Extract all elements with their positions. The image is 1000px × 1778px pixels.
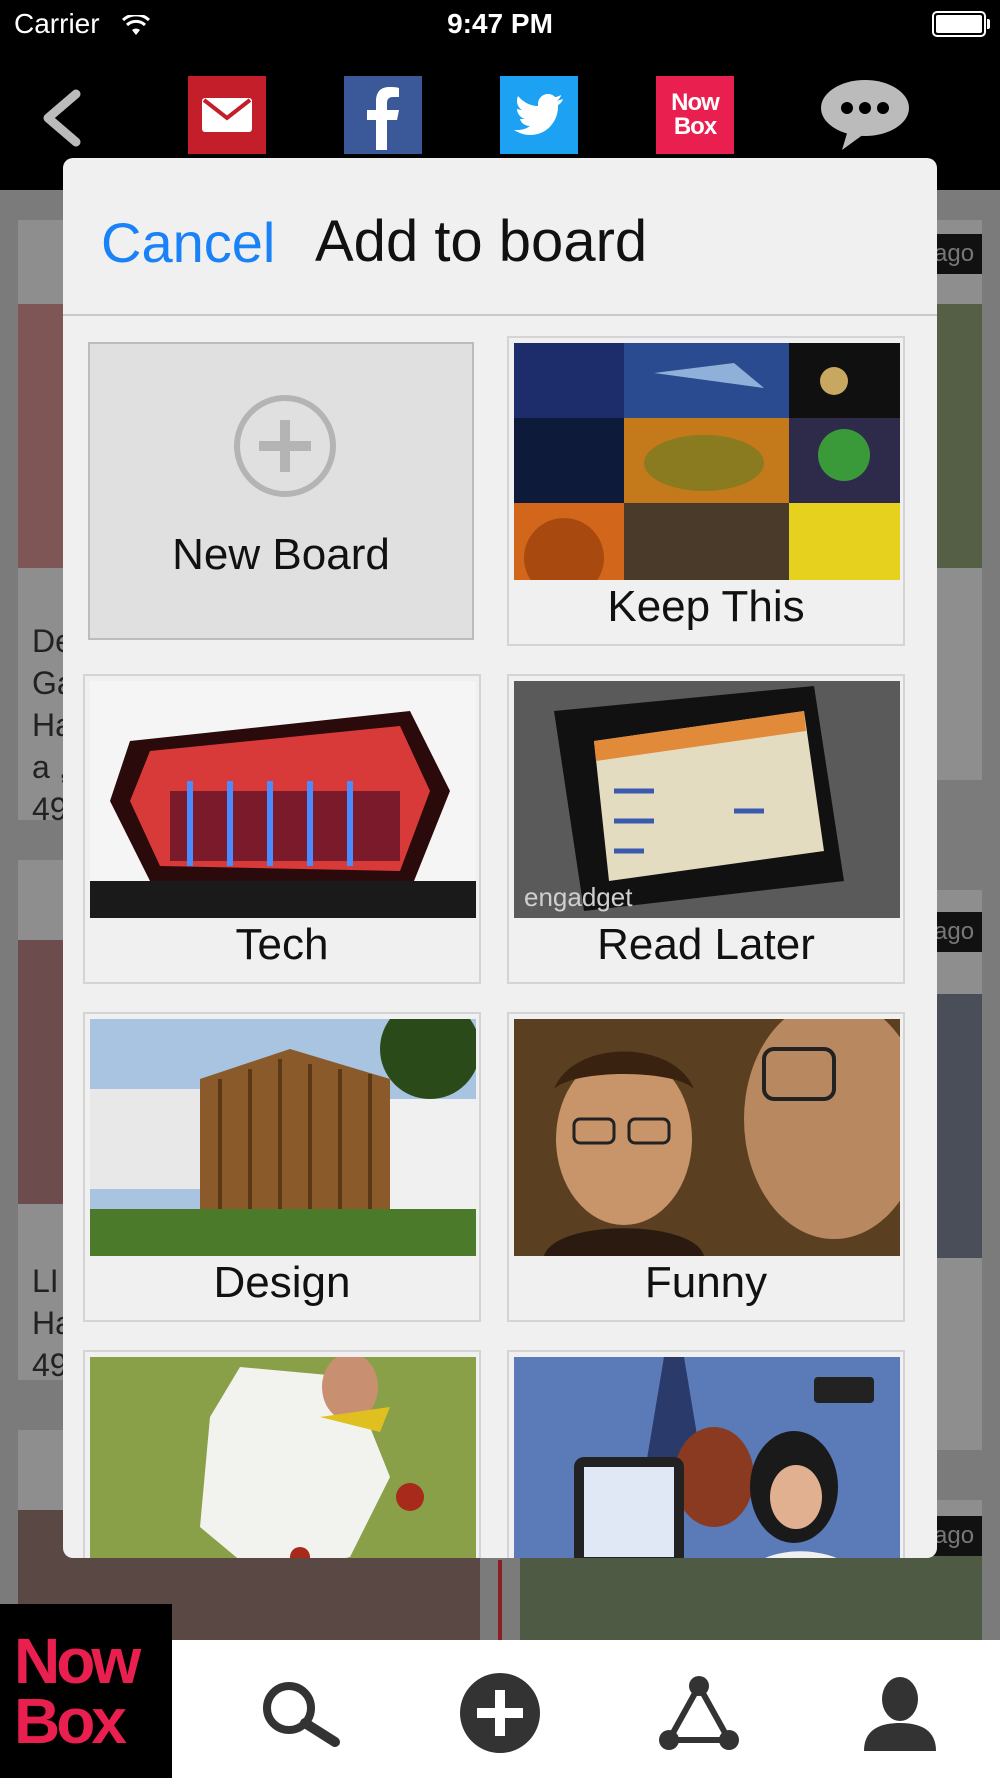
- search-icon[interactable]: [254, 1668, 344, 1758]
- board-thumbnail: [514, 343, 900, 580]
- feed-card-image: [520, 1544, 982, 1640]
- board-label: Tech: [235, 920, 329, 969]
- speech-bubble-icon[interactable]: [820, 76, 910, 154]
- share-network-icon[interactable]: [654, 1668, 744, 1758]
- board-design[interactable]: Design: [83, 1012, 481, 1322]
- clock: 9:47 PM: [447, 8, 553, 39]
- nowbox-icon-line1: Now: [671, 89, 720, 116]
- board-funny[interactable]: Funny: [507, 1012, 905, 1322]
- board-thumbnail: [514, 1019, 900, 1256]
- board-sports[interactable]: [83, 1350, 481, 1558]
- battery-icon: [932, 11, 990, 37]
- twitter-icon[interactable]: [500, 76, 578, 154]
- new-board-button[interactable]: New Board: [88, 342, 474, 640]
- new-board-label: New Board: [172, 530, 390, 579]
- dialog-title: Add to board: [315, 209, 648, 274]
- board-keep-this[interactable]: Keep This: [507, 336, 905, 646]
- board-grid[interactable]: New Board Keep This Tech engadget Read L…: [63, 316, 937, 1558]
- profile-icon[interactable]: [855, 1668, 945, 1758]
- board-selfie[interactable]: [507, 1350, 905, 1558]
- nowbox-icon-line2: Box: [673, 113, 717, 140]
- nowbox-icon[interactable]: Now Box: [656, 76, 734, 154]
- board-thumbnail: [90, 1357, 476, 1558]
- tab-bar: Now Box: [0, 1604, 1000, 1778]
- board-label: Funny: [644, 1258, 768, 1307]
- board-thumbnail: engadget: [514, 681, 900, 918]
- board-label: Read Later: [597, 920, 815, 969]
- board-thumbnail: [514, 1357, 900, 1558]
- logo-line1: Now: [14, 1625, 141, 1697]
- mail-icon[interactable]: [188, 76, 266, 154]
- board-thumbnail: [90, 1019, 476, 1256]
- cancel-button[interactable]: Cancel: [101, 210, 275, 275]
- engadget-watermark: engadget: [524, 882, 633, 912]
- board-tech[interactable]: Tech: [83, 674, 481, 984]
- add-to-board-dialog: Cancel Add to board New Board Keep This: [63, 158, 937, 1558]
- facebook-icon[interactable]: [344, 76, 422, 154]
- back-chevron-icon[interactable]: [34, 88, 94, 148]
- divider: [498, 1560, 502, 1640]
- status-bar: Carrier 9:47 PM: [0, 0, 1000, 50]
- logo-line2: Box: [14, 1685, 127, 1757]
- board-read-later[interactable]: engadget Read Later: [507, 674, 905, 984]
- board-label: Design: [213, 1258, 351, 1307]
- board-thumbnail: [90, 681, 476, 918]
- plus-circle-icon: [234, 395, 336, 497]
- nowbox-logo[interactable]: Now Box: [0, 1604, 172, 1778]
- board-label: Keep This: [607, 582, 805, 631]
- add-icon[interactable]: [455, 1668, 545, 1758]
- dialog-header: Cancel Add to board: [63, 158, 937, 316]
